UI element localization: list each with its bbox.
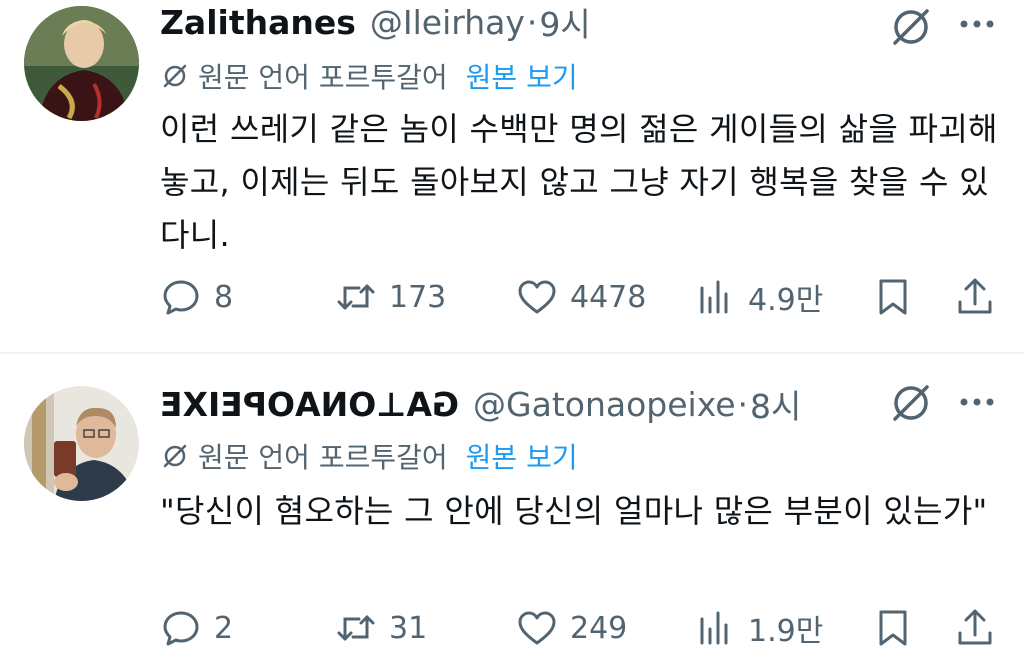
- timestamp[interactable]: 8시: [750, 380, 801, 428]
- action-bar: 2 31 249 1.9만: [0, 604, 1024, 652]
- share-icon: [958, 609, 992, 645]
- reply-button[interactable]: 2: [160, 604, 233, 652]
- like-button[interactable]: 249: [516, 604, 627, 652]
- like-icon: [518, 611, 556, 645]
- view-original-link[interactable]: 원본 보기: [466, 436, 578, 476]
- grok-icon[interactable]: [886, 2, 936, 52]
- like-button[interactable]: 4478: [516, 273, 646, 321]
- translation-label: 원문 언어 포르투갈어: [198, 61, 448, 94]
- like-icon: [518, 280, 556, 314]
- retweet-icon: [337, 615, 375, 641]
- bookmark-icon: [879, 279, 907, 315]
- tweet[interactable]: GA⊥ONAOPEIXE @Gatonaopeixe · 8시 원문 언어 포르…: [0, 354, 1024, 672]
- translate-icon: [163, 64, 187, 88]
- grok-icon[interactable]: [886, 378, 936, 428]
- like-count: 249: [570, 610, 628, 646]
- share-button[interactable]: [954, 273, 996, 321]
- action-bar: 8 173 4478 4.9만: [0, 273, 1024, 321]
- tweet-header: GA⊥ONAOPEIXE @Gatonaopeixe · 8시: [160, 380, 801, 428]
- timestamp[interactable]: 9시: [539, 0, 590, 46]
- translation-row: 원문 언어 포르투갈어 원본 보기: [160, 436, 578, 476]
- retweet-count: 31: [389, 610, 428, 646]
- views-button[interactable]: 1.9만: [694, 604, 823, 652]
- views-button[interactable]: 4.9만: [694, 273, 823, 321]
- tweet[interactable]: Zalithanes @Ileirhay · 9시 원문 언어 포르투갈어 원본…: [0, 0, 1024, 352]
- handle[interactable]: @Gatonaopeixe: [473, 385, 736, 424]
- share-button[interactable]: [954, 604, 996, 652]
- bookmark-icon: [879, 610, 907, 646]
- more-icon[interactable]: [956, 4, 998, 44]
- view-original-link[interactable]: 원본 보기: [466, 56, 578, 96]
- retweet-icon: [337, 284, 375, 310]
- like-count: 4478: [570, 279, 647, 315]
- tweet-text: 이런 쓰레기 같은 놈이 수백만 명의 젊은 게이들의 삶을 파괴해놓고, 이제…: [160, 110, 998, 254]
- retweet-button[interactable]: 173: [335, 273, 446, 321]
- separator-dot: ·: [526, 2, 538, 42]
- reply-icon: [163, 611, 199, 646]
- translation-label: 원문 언어 포르투갈어: [198, 441, 448, 474]
- tweet-text: "당신이 혐오하는 그 안에 당신의 얼마나 많은 부분이 있는가": [160, 492, 988, 530]
- views-count: 1.9만: [748, 614, 824, 649]
- reply-icon: [163, 280, 199, 315]
- translation-row: 원문 언어 포르투갈어 원본 보기: [160, 56, 578, 96]
- views-icon: [700, 611, 728, 645]
- more-icon[interactable]: [956, 382, 998, 422]
- reply-button[interactable]: 8: [160, 273, 233, 321]
- avatar[interactable]: [24, 386, 139, 501]
- separator-dot: ·: [737, 384, 749, 424]
- handle[interactable]: @Ileirhay: [370, 3, 525, 42]
- retweet-button[interactable]: 31: [335, 604, 427, 652]
- tweet-header: Zalithanes @Ileirhay · 9시: [160, 0, 591, 46]
- display-name[interactable]: Zalithanes: [160, 3, 356, 42]
- translate-icon: [163, 444, 187, 468]
- display-name[interactable]: GA⊥ONAOPEIXE: [160, 385, 459, 424]
- views-count: 4.9만: [748, 283, 824, 318]
- reply-count: 8: [214, 279, 234, 315]
- share-icon: [958, 278, 992, 314]
- views-icon: [700, 280, 728, 314]
- reply-count: 2: [214, 610, 234, 646]
- bookmark-button[interactable]: [872, 604, 914, 652]
- avatar[interactable]: [24, 6, 139, 121]
- bookmark-button[interactable]: [872, 273, 914, 321]
- retweet-count: 173: [389, 279, 447, 315]
